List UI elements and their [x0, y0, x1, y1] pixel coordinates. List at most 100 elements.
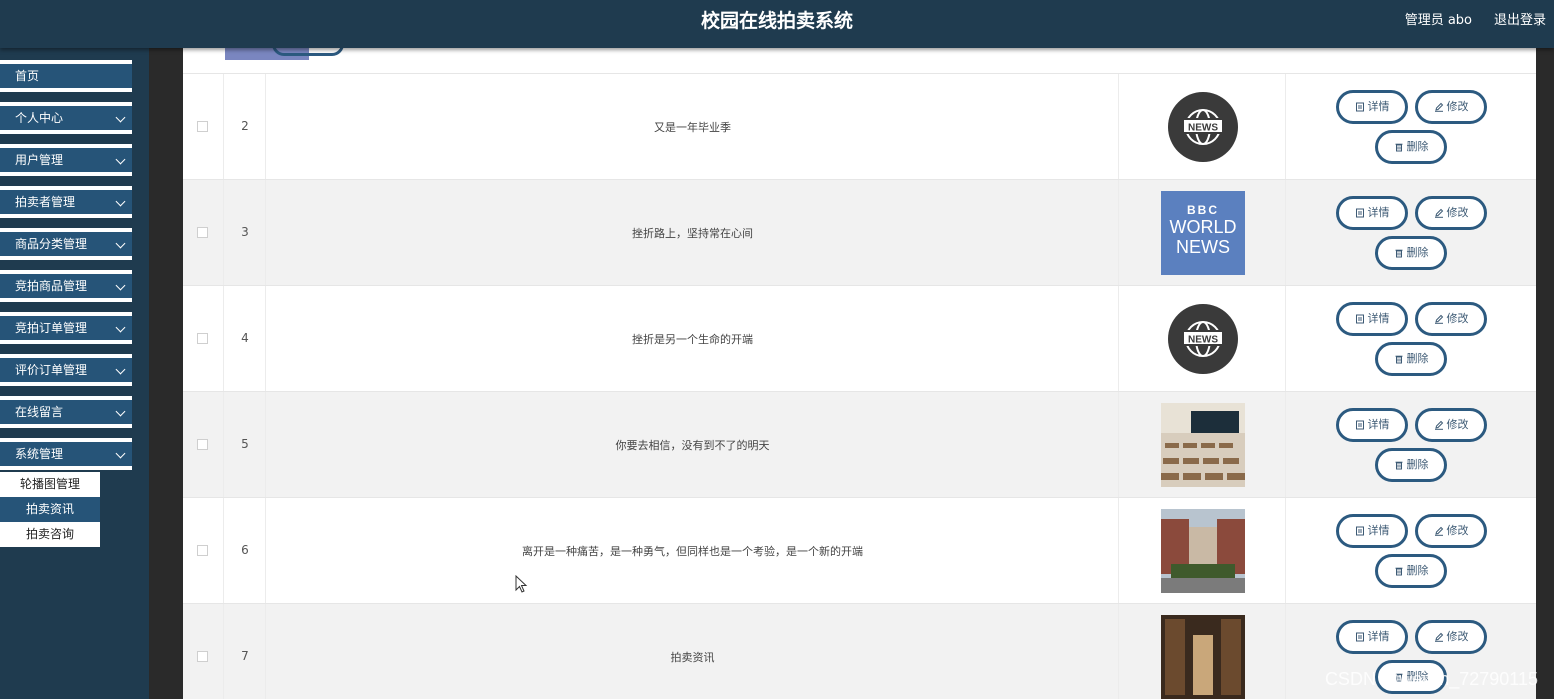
edit-button[interactable]: 修改: [1415, 196, 1487, 230]
row-index: 6: [241, 543, 249, 557]
campus-building-photo: [1161, 509, 1245, 593]
detail-button[interactable]: 详情: [1336, 90, 1408, 124]
mouse-cursor-icon: [515, 575, 528, 593]
table-row: 3 挫折路上，坚持常在心间 BBC WORLD NEWS 详情 修改删除: [183, 180, 1536, 286]
table-row: 4 挫折是另一个生命的开端 NEWS 详情 修改删除: [183, 286, 1536, 392]
sidebar-item-label: 用户管理: [15, 153, 64, 167]
detail-button-label: 详情: [1367, 100, 1390, 113]
detail-button-label: 详情: [1367, 524, 1390, 537]
row-index: 3: [241, 225, 249, 239]
sidebar-item-auction-goods-management[interactable]: 竞拍商品管理: [0, 270, 132, 302]
chevron-down-icon: [115, 154, 126, 165]
table-row: 5 你要去相信，没有到不了的明天 详情 修改删除: [183, 392, 1536, 498]
chevron-down-icon: [115, 364, 126, 375]
row-title: 挫折是另一个生命的开端: [632, 333, 753, 346]
sidebar-item-category-management[interactable]: 商品分类管理: [0, 228, 132, 260]
edit-button-label: 修改: [1446, 100, 1469, 113]
document-icon: [1355, 420, 1364, 430]
sidebar-item-label: 系统管理: [15, 447, 64, 461]
submenu-item-auction-consult[interactable]: 拍卖咨询: [0, 522, 100, 547]
sidebar-item-home[interactable]: 首页: [0, 60, 132, 92]
row-checkbox[interactable]: [197, 121, 208, 132]
document-icon: [1355, 526, 1364, 536]
delete-button[interactable]: 删除: [1375, 448, 1447, 482]
delete-button-label: 删除: [1406, 140, 1429, 153]
delete-button[interactable]: 删除: [1375, 130, 1447, 164]
submenu-item-carousel[interactable]: 轮播图管理: [0, 472, 100, 497]
row-index: 2: [241, 119, 249, 133]
detail-button[interactable]: 详情: [1336, 514, 1408, 548]
detail-button[interactable]: 详情: [1336, 408, 1408, 442]
edit-button[interactable]: 修改: [1415, 514, 1487, 548]
edit-button[interactable]: 修改: [1415, 90, 1487, 124]
chevron-down-icon: [115, 112, 126, 123]
trash-icon: [1395, 249, 1402, 258]
row-index: 7: [241, 649, 249, 663]
sidebar-item-system-management[interactable]: 系统管理: [0, 438, 132, 470]
delete-button-label: 删除: [1406, 458, 1429, 471]
bbc-world-news-image: BBC WORLD NEWS: [1161, 191, 1245, 275]
row-checkbox[interactable]: [197, 439, 208, 450]
delete-button-label: 删除: [1406, 246, 1429, 259]
row-index: 5: [241, 437, 249, 451]
sidebar-item-user-management[interactable]: 用户管理: [0, 144, 132, 176]
detail-button-label: 详情: [1367, 630, 1390, 643]
logout-link[interactable]: 退出登录: [1494, 9, 1546, 28]
trash-icon: [1395, 461, 1402, 470]
row-index: 4: [241, 331, 249, 345]
news-logo-text: NEWS: [1188, 335, 1218, 346]
row-checkbox[interactable]: [197, 227, 208, 238]
trash-icon: [1395, 567, 1402, 576]
delete-button[interactable]: 删除: [1375, 554, 1447, 588]
detail-button[interactable]: 详情: [1336, 196, 1408, 230]
bbc-logo-line: BBC: [1187, 203, 1219, 217]
news-table: 2 又是一年毕业季 NEWS 详情 修改 删除 3 挫折路上，坚持常在心间 BBC WORLD NE…: [183, 48, 1536, 699]
row-checkbox[interactable]: [197, 545, 208, 556]
table-row: [183, 48, 1536, 74]
chevron-down-icon: [115, 196, 126, 207]
sidebar-item-auction-order-management[interactable]: 竞拍订单管理: [0, 312, 132, 344]
detail-button[interactable]: 详情: [1336, 302, 1408, 336]
sidebar: 首页 个人中心 用户管理 拍卖者管理 商品分类管理 竞拍商品管理 竞拍订单管理 …: [0, 48, 149, 699]
sidebar-item-personal-center[interactable]: 个人中心: [0, 102, 132, 134]
row-title: 你要去相信，没有到不了的明天: [615, 439, 770, 452]
detail-button-label: 详情: [1367, 312, 1390, 325]
sidebar-item-label: 竞拍订单管理: [15, 321, 88, 335]
sidebar-item-review-order-management[interactable]: 评价订单管理: [0, 354, 132, 386]
edit-button-label: 修改: [1446, 206, 1469, 219]
document-icon: [1355, 102, 1364, 112]
detail-button[interactable]: 详情: [1336, 620, 1408, 654]
chevron-down-icon: [115, 322, 126, 333]
library-photo: [1161, 615, 1245, 699]
edit-button-label: 修改: [1446, 524, 1469, 537]
row-checkbox[interactable]: [197, 651, 208, 662]
edit-button[interactable]: 修改: [1415, 620, 1487, 654]
detail-button-label: 详情: [1367, 206, 1390, 219]
edit-button-label: 修改: [1446, 312, 1469, 325]
edit-button[interactable]: 修改: [1415, 408, 1487, 442]
pencil-icon: [1434, 526, 1443, 536]
top-header: 校园在线拍卖系统 管理员 abo 退出登录: [0, 0, 1554, 48]
edit-button-label: 修改: [1446, 418, 1469, 431]
sidebar-item-online-message[interactable]: 在线留言: [0, 396, 132, 428]
delete-button[interactable]: 删除: [1375, 236, 1447, 270]
pencil-icon: [1434, 102, 1443, 112]
pencil-icon: [1434, 314, 1443, 324]
edit-button[interactable]: 修改: [1415, 302, 1487, 336]
sidebar-item-label: 在线留言: [15, 405, 64, 419]
table-row: 2 又是一年毕业季 NEWS 详情 修改 删除: [183, 74, 1536, 180]
edit-button-label: 修改: [1446, 630, 1469, 643]
watermark: CSDN @weixin_72790115: [1324, 669, 1538, 689]
sidebar-item-label: 拍卖者管理: [15, 195, 76, 209]
trash-icon: [1395, 143, 1402, 152]
delete-button[interactable]: 删除: [1375, 342, 1447, 376]
row-title: 拍卖资讯: [670, 651, 715, 664]
sidebar-item-auctioneer-management[interactable]: 拍卖者管理: [0, 186, 132, 218]
submenu-item-auction-news[interactable]: 拍卖资讯: [0, 497, 100, 522]
delete-button[interactable]: [272, 48, 344, 56]
row-title: 挫折路上，坚持常在心间: [632, 227, 753, 240]
bbc-logo-line: WORLD: [1169, 217, 1237, 237]
pencil-icon: [1434, 208, 1443, 218]
row-checkbox[interactable]: [197, 333, 208, 344]
bbc-logo-line: NEWS: [1176, 237, 1230, 257]
